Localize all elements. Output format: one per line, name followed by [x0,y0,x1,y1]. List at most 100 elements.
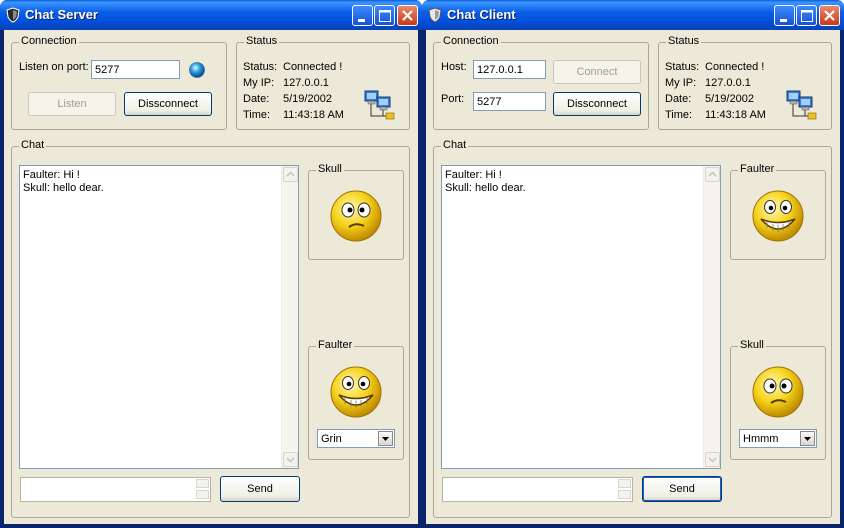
status-value: Connected ! [705,61,765,73]
connection-indicator-icon [189,62,205,78]
close-button[interactable] [397,5,418,26]
send-button[interactable]: Send [642,476,722,502]
minimize-button[interactable] [352,5,373,26]
date-label: Date: [243,93,270,105]
maximize-icon [379,10,391,22]
chat-line: Faulter: Hi ! [445,169,502,181]
status-group-label: Status [244,35,280,47]
disconnect-button[interactable]: Dissconnect [124,92,212,116]
chat-group-label: Chat [19,139,47,151]
time-label: Time: [243,109,271,121]
status-label: Status: [665,61,700,73]
time-value: 11:43:18 AM [283,109,344,121]
chat-line: Skull: hello dear. [23,182,104,194]
message-input[interactable] [20,477,211,502]
close-icon [824,10,835,21]
close-icon [402,10,413,21]
listen-button[interactable]: Listen [28,92,116,116]
port-input[interactable] [91,60,180,79]
emotion-select-value: Hmmm [743,433,779,445]
connection-group-label: Connection [441,35,501,47]
remote-user-panel: Faulter [730,163,826,260]
ip-label: My IP: [243,77,275,89]
date-label: Date: [665,93,692,105]
message-scroll-up[interactable] [618,479,631,488]
remote-user-panel: Skull [308,163,404,260]
local-user-panel: Skull Hmmm [730,339,826,460]
time-label: Time: [665,109,693,121]
chevron-down-icon [286,457,295,463]
local-user-name: Faulter [316,339,355,351]
chevron-up-icon [286,171,295,177]
scroll-up-button[interactable] [283,167,298,182]
status-group: Status Status: Connected ! My IP: 127.0.… [658,35,832,130]
server-client-area: Connection Listen on port: Listen Dissco… [4,30,418,524]
ip-value: 127.0.0.1 [283,77,329,89]
connection-group: Connection Listen on port: Listen Dissco… [11,35,227,130]
window-title: Chat Server [25,7,98,22]
maximize-button[interactable] [374,5,395,26]
port-label: Port: [441,93,465,105]
disconnect-button[interactable]: Dissconnect [553,92,641,116]
client-window: Chat Client Connection Host: Port: Conne… [422,0,844,528]
scroll-up-button[interactable] [705,167,720,182]
connect-button[interactable]: Connect [553,60,641,84]
network-computers-icon [364,90,395,120]
chevron-down-icon [708,457,717,463]
status-group: Status Status: Connected ! My IP: 127.0.… [236,35,410,130]
emotion-select[interactable]: Hmmm [739,429,817,448]
chat-group: Chat Faulter: Hi ! Skull: hello dear. Se… [11,139,410,518]
chat-line: Faulter: Hi ! [23,169,80,181]
emotion-select-value: Grin [321,433,342,445]
date-value: 5/19/2002 [283,93,332,105]
chat-group-label: Chat [441,139,469,151]
minimize-icon [358,19,365,22]
scroll-down-button[interactable] [283,452,298,467]
minimize-button[interactable] [774,5,795,26]
server-window: Chat Server Connection Listen on port: L… [0,0,422,528]
network-computers-icon [786,90,817,120]
ip-value: 127.0.0.1 [705,77,751,89]
chevron-up-icon [708,171,717,177]
send-button[interactable]: Send [220,476,300,502]
message-scroll-down[interactable] [618,490,631,499]
chat-line: Skull: hello dear. [445,182,526,194]
client-client-area: Connection Host: Port: Connect Dissconne… [426,30,840,524]
hmmm-smiley-icon [752,366,804,418]
hmmm-smiley-icon [330,190,382,242]
client-titlebar[interactable]: Chat Client [422,0,844,30]
connection-group: Connection Host: Port: Connect Dissconne… [433,35,649,130]
local-user-panel: Faulter Grin [308,339,404,460]
server-titlebar[interactable]: Chat Server [0,0,422,30]
port-input[interactable] [473,92,546,111]
chat-scrollbar[interactable] [703,166,720,468]
dropdown-button[interactable] [800,431,815,446]
emotion-select[interactable]: Grin [317,429,395,448]
close-button[interactable] [819,5,840,26]
maximize-button[interactable] [796,5,817,26]
message-scroll-up[interactable] [196,479,209,488]
connection-group-label: Connection [19,35,79,47]
chat-scrollbar[interactable] [281,166,298,468]
chat-group: Chat Faulter: Hi ! Skull: hello dear. Se… [433,139,832,518]
grin-smiley-icon [752,190,804,242]
grin-smiley-icon [330,366,382,418]
chevron-down-icon [382,437,389,441]
chat-history[interactable]: Faulter: Hi ! Skull: hello dear. [441,165,721,469]
status-group-label: Status [666,35,702,47]
host-input[interactable] [473,60,546,79]
chat-history[interactable]: Faulter: Hi ! Skull: hello dear. [19,165,299,469]
port-label: Listen on port: [19,61,89,73]
host-label: Host: [441,61,467,73]
date-value: 5/19/2002 [705,93,754,105]
scroll-down-button[interactable] [705,452,720,467]
status-value: Connected ! [283,61,343,73]
minimize-icon [780,19,787,22]
message-scroll-down[interactable] [196,490,209,499]
message-input[interactable] [442,477,633,502]
shield-icon [6,7,20,23]
local-user-name: Skull [738,339,766,351]
chevron-down-icon [804,437,811,441]
window-title: Chat Client [447,7,516,22]
dropdown-button[interactable] [378,431,393,446]
